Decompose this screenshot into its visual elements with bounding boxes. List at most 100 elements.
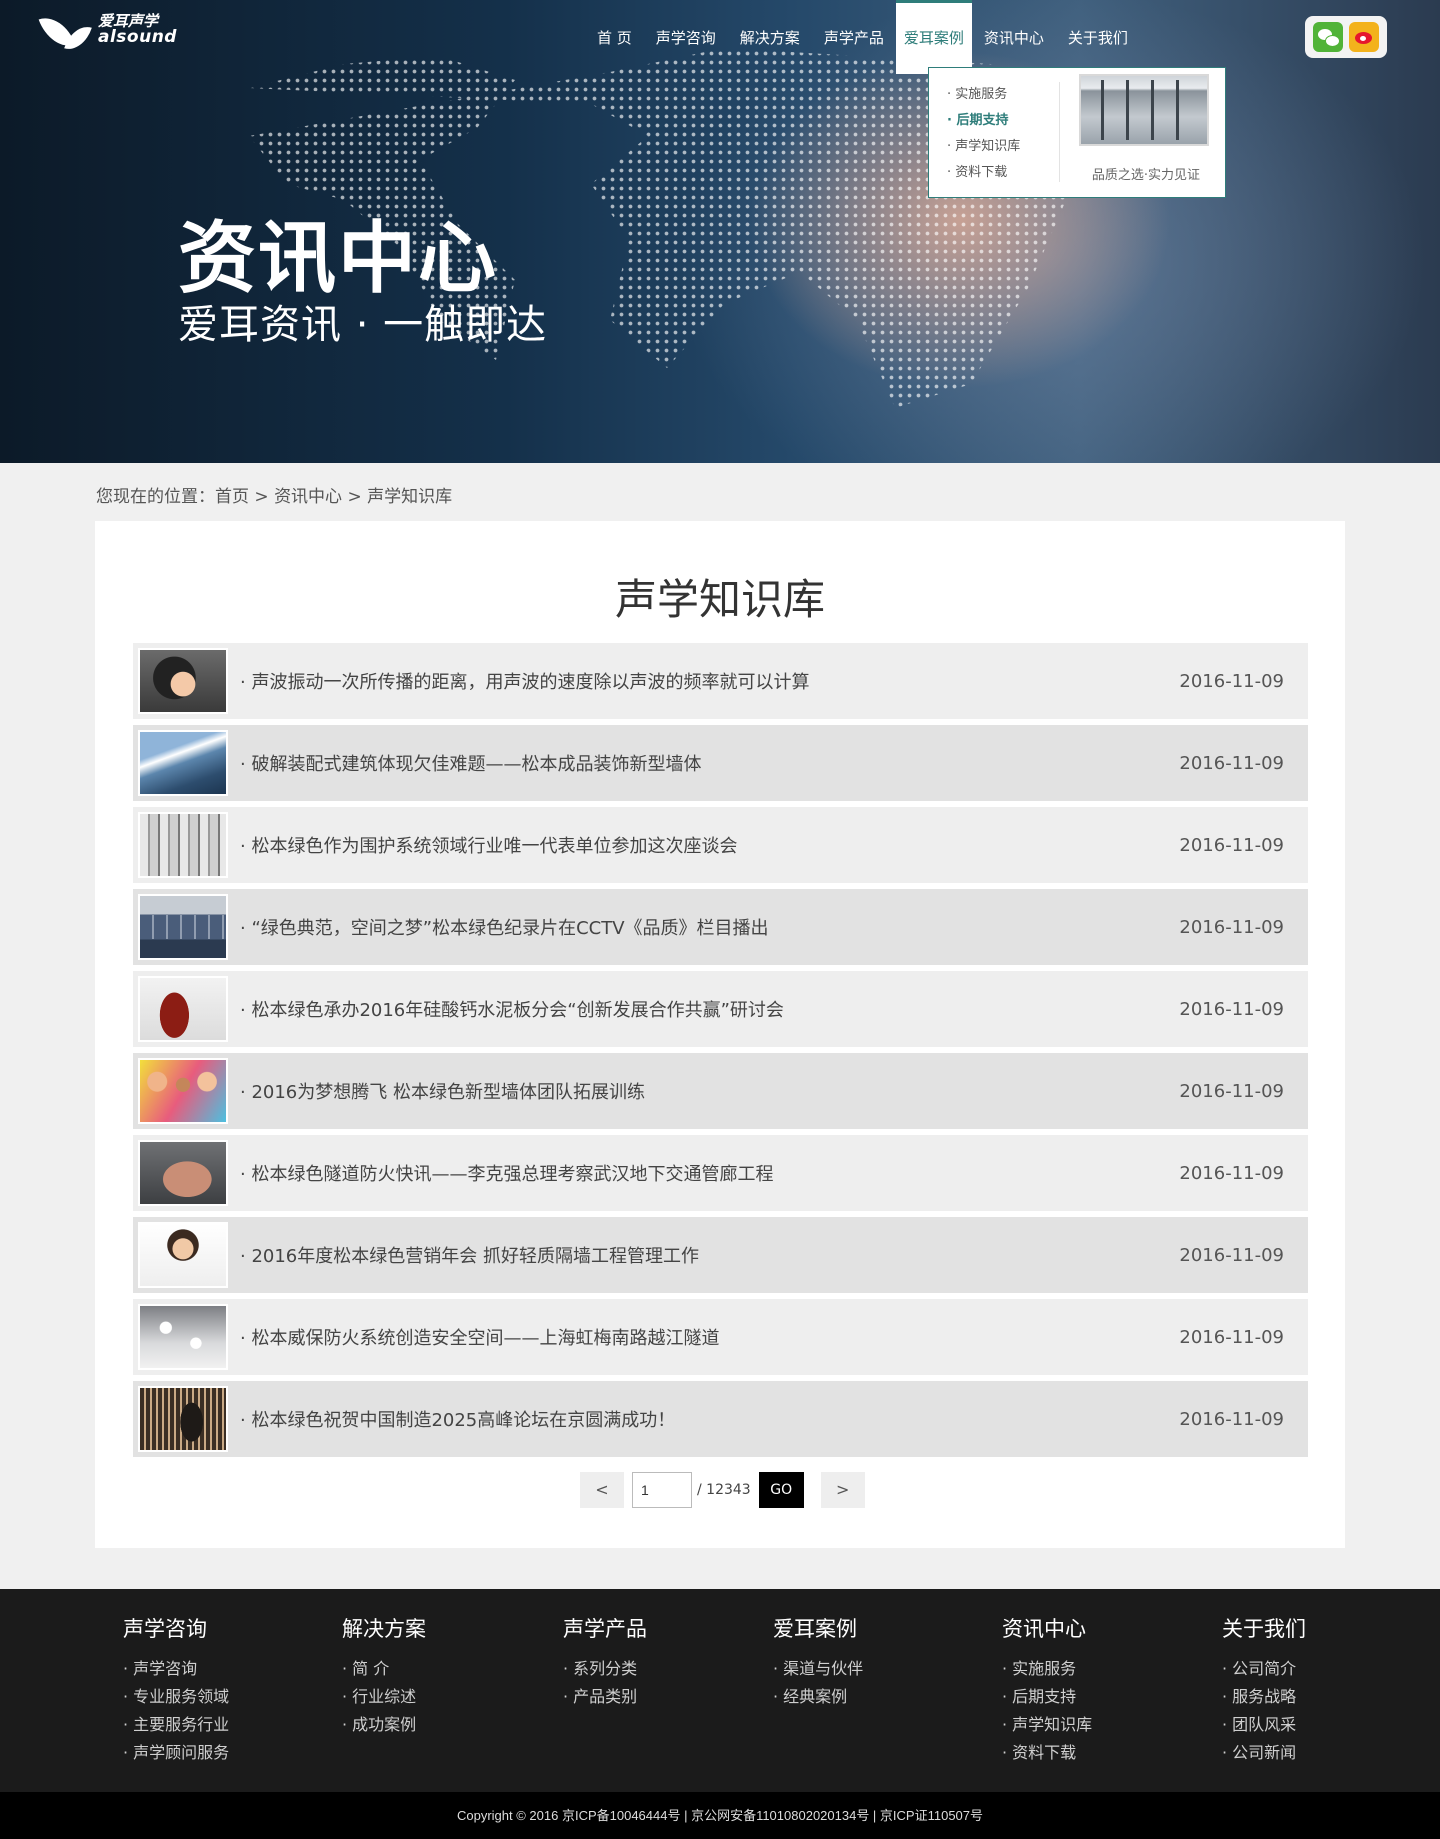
news-row[interactable]: · “绿色典范，空间之梦”松本绿色纪录片在CCTV《品质》栏目播出 2016-1…: [133, 889, 1308, 965]
page-number-input[interactable]: [632, 1472, 692, 1508]
footer-col-news-center: 资讯中心 · 实施服务 · 后期支持 · 声学知识库 · 资料下载: [1002, 1613, 1092, 1767]
footer-link[interactable]: · 产品类别: [563, 1683, 647, 1711]
social-links: [1305, 16, 1387, 58]
news-row[interactable]: · 松本绿色承办2016年硅酸钙水泥板分会“创新发展合作共赢”研讨会 2016-…: [133, 971, 1308, 1047]
prev-page-button[interactable]: <: [580, 1472, 624, 1508]
dropdown-item-knowledge-base[interactable]: · 声学知识库: [947, 134, 1020, 160]
footer-link[interactable]: · 服务战略: [1222, 1683, 1306, 1711]
footer-link[interactable]: · 实施服务: [1002, 1655, 1092, 1683]
news-title[interactable]: · 2016为梦想腾飞 松本绿色新型墙体团队拓展训练: [240, 1078, 1179, 1104]
footer-col-consulting: 声学咨询 · 声学咨询 · 专业服务领域 · 主要服务行业 · 声学顾问服务: [123, 1613, 229, 1767]
footer-link[interactable]: · 公司新闻: [1222, 1739, 1306, 1767]
nav-solutions[interactable]: 解决方案: [728, 0, 812, 74]
news-row[interactable]: · 破解装配式建筑体现欠佳难题——松本成品装饰新型墙体 2016-11-09: [133, 725, 1308, 801]
nav-home[interactable]: 首 页: [585, 0, 644, 74]
footer-link[interactable]: · 成功案例: [342, 1711, 426, 1739]
news-title[interactable]: · 松本绿色隧道防火快讯——李克强总理考察武汉地下交通管廊工程: [240, 1160, 1179, 1186]
footer: 声学咨询 · 声学咨询 · 专业服务领域 · 主要服务行业 · 声学顾问服务 解…: [0, 1589, 1440, 1792]
footer-link[interactable]: · 资料下载: [1002, 1739, 1092, 1767]
next-page-button[interactable]: >: [820, 1472, 865, 1508]
dropdown-item-support[interactable]: · 后期支持: [947, 108, 1020, 134]
news-row[interactable]: · 松本绿色祝贺中国制造2025高峰论坛在京圆满成功！ 2016-11-09: [133, 1381, 1308, 1457]
news-title[interactable]: · 2016年度松本绿色营销年会 抓好轻质隔墙工程管理工作: [240, 1242, 1179, 1268]
news-date: 2016-11-09: [1179, 1408, 1284, 1430]
nav-acoustic-consulting[interactable]: 声学咨询: [644, 0, 728, 74]
footer-link[interactable]: · 声学顾问服务: [123, 1739, 229, 1767]
news-row[interactable]: · 声波振动一次所传播的距离，用声波的速度除以声波的频率就可以计算 2016-1…: [133, 643, 1308, 719]
news-date: 2016-11-09: [1179, 1326, 1284, 1348]
footer-col-cases: 爱耳案例 · 渠道与伙伴 · 经典案例: [773, 1613, 863, 1711]
nav-cases[interactable]: 爱耳案例: [895, 0, 972, 74]
footer-heading[interactable]: 解决方案: [342, 1613, 426, 1643]
news-row[interactable]: · 2016年度松本绿色营销年会 抓好轻质隔墙工程管理工作 2016-11-09: [133, 1217, 1308, 1293]
main-nav: 首 页 声学咨询 解决方案 声学产品 爱耳案例 资讯中心 关于我们: [585, 0, 1140, 74]
news-title[interactable]: · 松本绿色承办2016年硅酸钙水泥板分会“创新发展合作共赢”研讨会: [240, 996, 1179, 1022]
footer-link[interactable]: · 声学咨询: [123, 1655, 229, 1683]
footer-link[interactable]: · 经典案例: [773, 1683, 863, 1711]
news-title[interactable]: · 松本绿色作为围护系统领域行业唯一代表单位参加这次座谈会: [240, 832, 1179, 858]
dropdown-preview-image[interactable]: [1079, 74, 1209, 146]
footer-link[interactable]: · 简 介: [342, 1655, 426, 1683]
news-date: 2016-11-09: [1179, 670, 1284, 692]
news-date: 2016-11-09: [1179, 834, 1284, 856]
logo-en-text: alsound: [98, 27, 177, 47]
news-thumbnail[interactable]: [138, 1222, 228, 1288]
news-title[interactable]: · 松本威保防火系统创造安全空间——上海虹梅南路越江隧道: [240, 1324, 1179, 1350]
dropdown-divider: [1059, 82, 1060, 182]
hero-subtitle: 爱耳资讯 · 一触即达: [178, 302, 548, 348]
news-row[interactable]: · 2016为梦想腾飞 松本绿色新型墙体团队拓展训练 2016-11-09: [133, 1053, 1308, 1129]
news-row[interactable]: · 松本绿色作为围护系统领域行业唯一代表单位参加这次座谈会 2016-11-09: [133, 807, 1308, 883]
footer-link[interactable]: · 系列分类: [563, 1655, 647, 1683]
footer-link[interactable]: · 专业服务领域: [123, 1683, 229, 1711]
weibo-icon[interactable]: [1349, 22, 1379, 52]
footer-link[interactable]: · 团队风采: [1222, 1711, 1306, 1739]
news-date: 2016-11-09: [1179, 998, 1284, 1020]
footer-heading[interactable]: 爱耳案例: [773, 1613, 863, 1643]
news-title[interactable]: · 松本绿色祝贺中国制造2025高峰论坛在京圆满成功！: [240, 1406, 1179, 1432]
breadcrumb-home[interactable]: 首页: [215, 487, 249, 507]
news-thumbnail[interactable]: [138, 1058, 228, 1124]
breadcrumb-news-center[interactable]: 资讯中心: [274, 487, 342, 507]
footer-link[interactable]: · 后期支持: [1002, 1683, 1092, 1711]
footer-heading[interactable]: 声学咨询: [123, 1613, 229, 1643]
total-pages: / 12343: [697, 1482, 751, 1498]
nav-about-us[interactable]: 关于我们: [1056, 0, 1140, 74]
news-row[interactable]: · 松本绿色隧道防火快讯——李克强总理考察武汉地下交通管廊工程 2016-11-…: [133, 1135, 1308, 1211]
nav-news-center[interactable]: 资讯中心: [972, 0, 1056, 74]
logo[interactable]: 爱耳声学 alsound: [38, 8, 177, 55]
footer-heading[interactable]: 资讯中心: [1002, 1613, 1092, 1643]
news-date: 2016-11-09: [1179, 752, 1284, 774]
news-thumbnail[interactable]: [138, 1140, 228, 1206]
breadcrumb: 您现在的位置：首页 > 资讯中心 > 声学知识库: [96, 482, 452, 507]
news-thumbnail[interactable]: [138, 1386, 228, 1452]
news-thumbnail[interactable]: [138, 1304, 228, 1370]
news-date: 2016-11-09: [1179, 1080, 1284, 1102]
wechat-icon[interactable]: [1313, 22, 1343, 52]
news-thumbnail[interactable]: [138, 730, 228, 796]
news-list: · 声波振动一次所传播的距离，用声波的速度除以声波的频率就可以计算 2016-1…: [133, 643, 1308, 1463]
news-thumbnail[interactable]: [138, 894, 228, 960]
footer-link[interactable]: · 主要服务行业: [123, 1711, 229, 1739]
footer-link[interactable]: · 行业综述: [342, 1683, 426, 1711]
footer-col-products: 声学产品 · 系列分类 · 产品类别: [563, 1613, 647, 1711]
footer-heading[interactable]: 关于我们: [1222, 1613, 1306, 1643]
go-button[interactable]: GO: [758, 1472, 804, 1508]
footer-link[interactable]: · 渠道与伙伴: [773, 1655, 863, 1683]
news-date: 2016-11-09: [1179, 1244, 1284, 1266]
footer-link[interactable]: · 公司简介: [1222, 1655, 1306, 1683]
news-row[interactable]: · 松本威保防火系统创造安全空间——上海虹梅南路越江隧道 2016-11-09: [133, 1299, 1308, 1375]
nav-products[interactable]: 声学产品: [812, 0, 896, 74]
news-title[interactable]: · 破解装配式建筑体现欠佳难题——松本成品装饰新型墙体: [240, 750, 1179, 776]
news-title[interactable]: · 声波振动一次所传播的距离，用声波的速度除以声波的频率就可以计算: [240, 668, 1179, 694]
news-thumbnail[interactable]: [138, 648, 228, 714]
dropdown-item-implementation[interactable]: · 实施服务: [947, 82, 1020, 108]
news-thumbnail[interactable]: [138, 812, 228, 878]
news-title[interactable]: · “绿色典范，空间之梦”松本绿色纪录片在CCTV《品质》栏目播出: [240, 914, 1179, 940]
content-panel: 声学知识库 · 声波振动一次所传播的距离，用声波的速度除以声波的频率就可以计算 …: [95, 521, 1345, 1548]
news-thumbnail[interactable]: [138, 976, 228, 1042]
dropdown-item-downloads[interactable]: · 资料下载: [947, 160, 1020, 186]
footer-heading[interactable]: 声学产品: [563, 1613, 647, 1643]
breadcrumb-separator: >: [342, 487, 368, 507]
breadcrumb-prefix: 您现在的位置：: [96, 487, 215, 507]
footer-link[interactable]: · 声学知识库: [1002, 1711, 1092, 1739]
